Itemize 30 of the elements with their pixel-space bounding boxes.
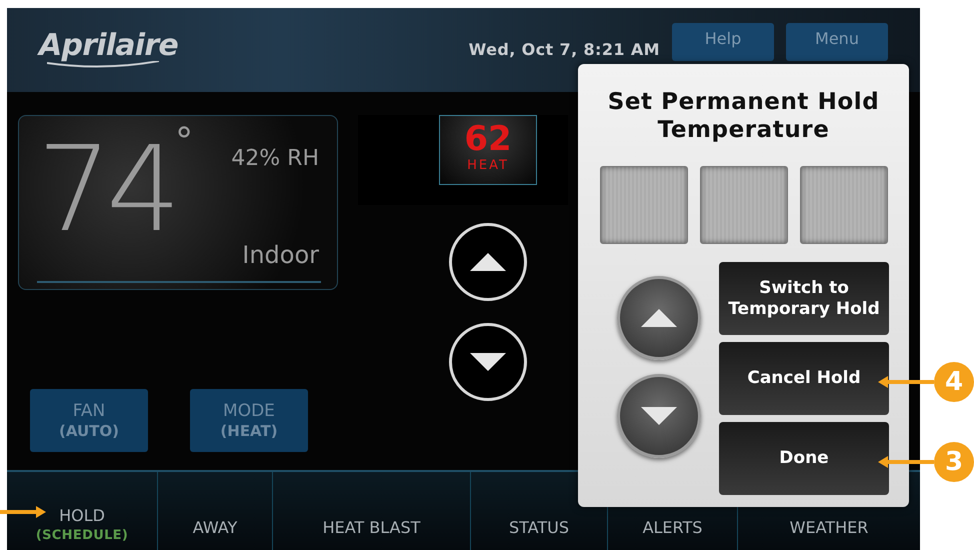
up-button[interactable]: [617, 276, 701, 360]
up-triangle-icon: [470, 253, 506, 271]
indoor-label: Indoor: [242, 240, 319, 271]
dialog-button[interactable]: Done: [719, 422, 889, 495]
setpoint-value: 62: [464, 122, 512, 156]
callout-arrow: [878, 456, 934, 468]
callout-arrow: [878, 376, 934, 388]
dialog-title: Set Permanent Hold Temperature: [606, 88, 880, 144]
up-triangle-icon: [641, 309, 677, 327]
callout-number: 3: [934, 442, 974, 482]
nav-tab[interactable]: STATUS: [506, 518, 572, 544]
dialog-button[interactable]: Cancel Hold: [719, 342, 889, 415]
down-button[interactable]: [617, 374, 701, 458]
down-triangle-icon: [641, 407, 677, 425]
down-triangle-icon: [470, 353, 506, 371]
humidity: 42% RH: [231, 145, 319, 173]
callout-number: 4: [934, 362, 974, 402]
date-time: Wed, Oct 7, 8:21 AM: [468, 39, 660, 61]
logo-swoosh-icon: [47, 61, 159, 69]
nav-tab[interactable]: ALERTS: [640, 518, 704, 544]
nav-tab[interactable]: WEATHER: [788, 518, 870, 544]
setpoint-mode: HEAT: [467, 157, 509, 175]
dialog-button[interactable]: Switch to Temporary Hold: [719, 262, 889, 335]
nav-tab[interactable]: AWAY: [190, 518, 240, 544]
brand-logo: Aprilaire: [39, 31, 178, 61]
degree-symbol: °: [175, 124, 194, 164]
nav-tab[interactable]: HOLD (SCHEDULE): [34, 506, 130, 544]
indoor-temperature: 74: [37, 130, 176, 260]
nav-tab[interactable]: HEAT BLAST: [320, 518, 422, 544]
callout-arrow: [0, 506, 46, 518]
